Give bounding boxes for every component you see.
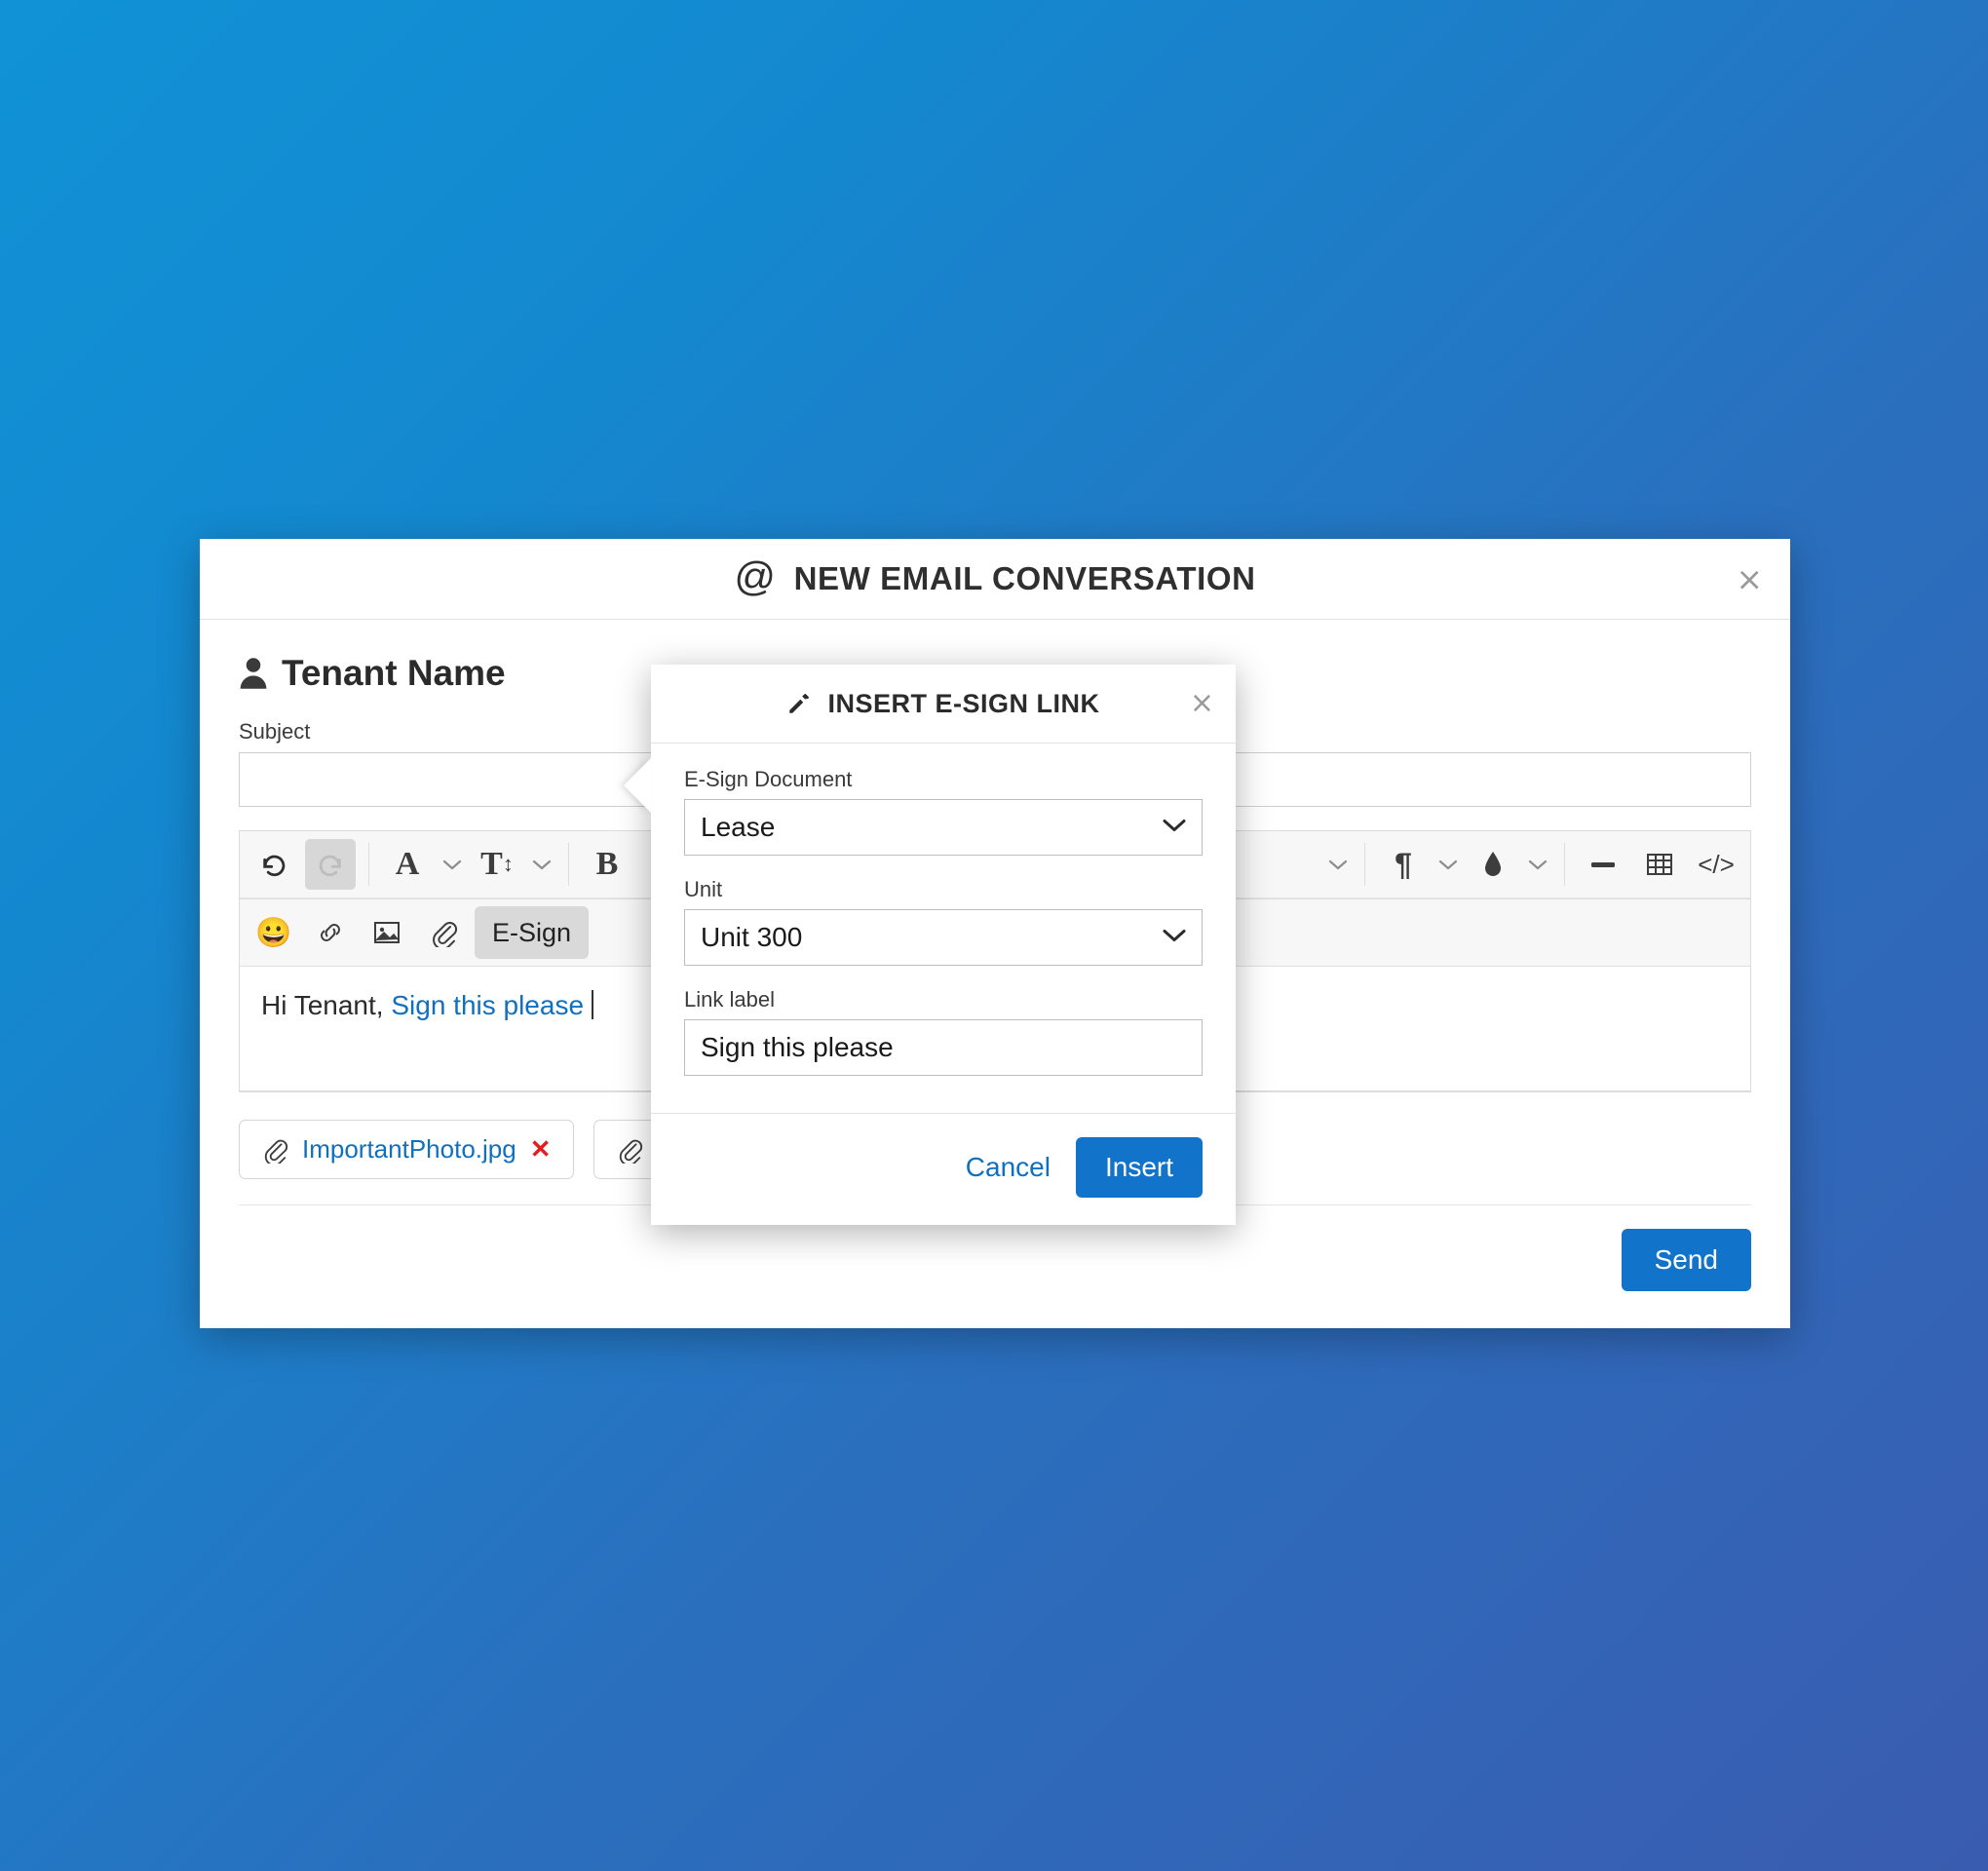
window-title-group: @ NEW EMAIL CONVERSATION (734, 554, 1256, 599)
insert-esign-link-modal: INSERT E-SIGN LINK × E-Sign Document Lea… (651, 665, 1236, 1225)
editor-text-prefix: Hi Tenant, (261, 990, 392, 1020)
text-color-icon[interactable] (1468, 839, 1518, 890)
at-icon: @ (734, 554, 777, 599)
esign-unit-select-wrap: Unit 300 (684, 909, 1203, 966)
horizontal-rule-icon[interactable] (1578, 839, 1628, 890)
esign-link-label-input[interactable] (684, 1019, 1203, 1076)
esign-link-label-label: Link label (684, 987, 775, 1012)
paragraph-format-icon[interactable]: ¶ (1378, 839, 1429, 890)
esign-modal-title-group: INSERT E-SIGN LINK (786, 689, 1099, 719)
attach-file-icon[interactable] (418, 907, 469, 958)
insert-link-icon[interactable] (305, 907, 356, 958)
esign-modal-footer: Cancel Insert (651, 1113, 1236, 1225)
editor-esign-link[interactable]: Sign this please (391, 990, 584, 1020)
toolbar-separator (1564, 843, 1565, 886)
esign-document-select[interactable]: Lease (684, 799, 1203, 856)
font-size-icon[interactable]: T ↕ (472, 839, 522, 890)
attachment-name[interactable]: ImportantPhoto.jpg (302, 1134, 516, 1165)
esign-link-label-field: Link label (684, 987, 1203, 1076)
pencil-icon (786, 691, 812, 716)
font-family-caret-icon[interactable] (436, 839, 469, 890)
person-icon (239, 657, 268, 690)
insert-image-icon[interactable] (362, 907, 412, 958)
insert-button[interactable]: Insert (1075, 1137, 1203, 1198)
redo-icon[interactable] (305, 839, 356, 890)
cancel-button[interactable]: Cancel (962, 1142, 1054, 1193)
esign-modal-body: E-Sign Document Lease Unit Unit 300 Link… (651, 744, 1236, 1113)
emoji-icon[interactable]: 😀 (248, 907, 299, 958)
paragraph-format-caret-icon[interactable] (1432, 839, 1465, 890)
send-button[interactable]: Send (1621, 1229, 1751, 1291)
align-caret-icon[interactable] (1321, 839, 1355, 890)
remove-attachment-icon[interactable]: ✕ (530, 1134, 552, 1165)
esign-modal-close-icon[interactable]: × (1190, 689, 1214, 718)
font-size-caret-icon[interactable] (525, 839, 558, 890)
esign-button[interactable]: E-Sign (475, 906, 590, 959)
window-header: @ NEW EMAIL CONVERSATION × (200, 539, 1790, 620)
esign-modal-header: INSERT E-SIGN LINK × (651, 665, 1236, 744)
toolbar-separator (368, 843, 369, 886)
esign-modal-title: INSERT E-SIGN LINK (827, 688, 1100, 718)
esign-document-select-wrap: Lease (684, 799, 1203, 856)
paperclip-icon (616, 1136, 643, 1164)
paperclip-icon (261, 1136, 288, 1164)
font-family-icon[interactable]: A (382, 839, 433, 890)
esign-unit-select[interactable]: Unit 300 (684, 909, 1203, 966)
text-color-caret-icon[interactable] (1521, 839, 1554, 890)
esign-document-field: E-Sign Document Lease (684, 767, 1203, 856)
toolbar-separator (1364, 843, 1365, 886)
bold-icon[interactable]: B (582, 839, 632, 890)
page-title: NEW EMAIL CONVERSATION (793, 560, 1256, 596)
recipient-name: Tenant Name (282, 653, 506, 693)
esign-unit-field: Unit Unit 300 (684, 877, 1203, 966)
attachment-chip[interactable]: ImportantPhoto.jpg ✕ (239, 1120, 574, 1179)
insert-table-icon[interactable] (1634, 839, 1685, 890)
undo-icon[interactable] (248, 839, 299, 890)
esign-document-label: E-Sign Document (684, 767, 853, 791)
text-cursor (592, 990, 594, 1019)
toolbar-separator (568, 843, 569, 886)
esign-unit-label: Unit (684, 877, 723, 901)
close-icon[interactable]: × (1736, 563, 1763, 595)
code-view-icon[interactable]: </> (1691, 839, 1741, 890)
